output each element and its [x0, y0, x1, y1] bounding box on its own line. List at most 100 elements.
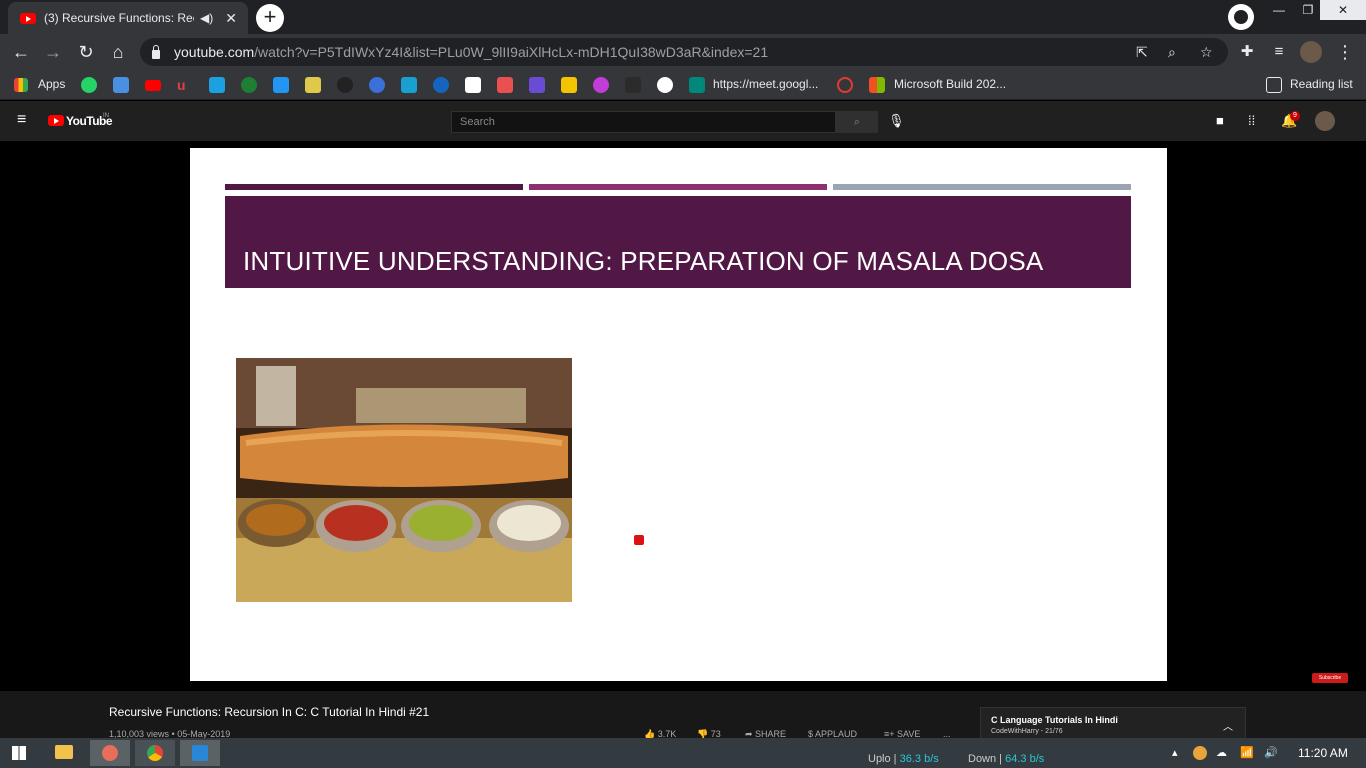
bookmark-image-icon[interactable] [305, 77, 321, 93]
taskbar-app-1[interactable] [90, 740, 130, 766]
active-tab[interactable]: (3) Recursive Functions: Recu ◀) ✕ [8, 2, 248, 34]
whatsapp-icon[interactable] [81, 77, 97, 93]
volume-icon[interactable]: 🔊 [1264, 746, 1278, 759]
tab-search-icon[interactable] [1228, 4, 1254, 30]
search-input[interactable]: Search [451, 111, 836, 133]
laser-pointer-mark [634, 535, 644, 545]
bookmark-box-icon[interactable] [497, 77, 513, 93]
new-tab-button[interactable]: + [256, 4, 284, 32]
bookmark-bug-icon[interactable] [433, 77, 449, 93]
chevron-up-icon[interactable]: ︿ [1223, 718, 1233, 733]
bookmark-doc-icon[interactable] [465, 77, 481, 93]
slide-accent-bar-1 [225, 184, 523, 190]
video-title: Recursive Functions: Recursion In C: C T… [109, 705, 430, 719]
bookmark-e-icon[interactable] [837, 77, 853, 93]
playlist-title[interactable]: C Language Tutorials In Hindi [991, 715, 1118, 725]
bookmark-w-icon[interactable] [209, 77, 225, 93]
meet-icon[interactable] [689, 77, 705, 93]
open-in-app-icon[interactable]: ⇱ [1136, 44, 1148, 61]
media-control-icon[interactable]: ≡ [1267, 40, 1291, 64]
bookmark-bird-icon[interactable] [273, 77, 289, 93]
taskbar-vscode[interactable] [180, 740, 220, 766]
bookmark-apps[interactable]: Apps [38, 77, 65, 91]
masala-dosa-photo [236, 358, 572, 602]
notification-count-badge: 9 [1290, 111, 1300, 121]
bookmark-green-icon[interactable] [241, 77, 257, 93]
hamburger-menu-icon[interactable]: ≡ [17, 111, 26, 129]
slide-title: INTUITIVE UNDERSTANDING: PREPARATION OF … [243, 246, 1044, 276]
app-1-icon [102, 745, 118, 761]
upload-speed: Uplo | 36.3 b/s [868, 753, 939, 765]
microphone-icon[interactable]: 🎙 [888, 113, 905, 129]
dosa-illustration [236, 358, 572, 602]
tray-app-icon[interactable] [1193, 746, 1207, 760]
zoom-icon[interactable]: ⌕ [1168, 44, 1176, 61]
reading-list[interactable]: Reading list [1290, 77, 1353, 91]
tray-cloud-icon[interactable]: ☁ [1216, 746, 1227, 759]
apps-grid-icon[interactable] [14, 78, 28, 92]
microsoft-icon[interactable] [869, 77, 885, 93]
tab-title: (3) Recursive Functions: Recu [44, 11, 194, 25]
slide-accent-bar-2 [529, 184, 827, 190]
home-icon[interactable]: ⌂ [106, 40, 130, 64]
youtube-bookmark-icon[interactable] [145, 80, 161, 91]
search-button[interactable]: ⌕ [836, 111, 878, 133]
speaker-icon[interactable]: ◀) [200, 11, 213, 25]
bookmark-c-icon[interactable] [369, 77, 385, 93]
reading-list-icon[interactable] [1266, 77, 1282, 93]
browser-toolbar: ← → ↻ ⌂ youtube.com/watch?v=P5TdIWxYz4I&… [0, 34, 1366, 70]
bookmark-n-icon[interactable] [401, 77, 417, 93]
bookmark-build[interactable]: Microsoft Build 202... [894, 77, 1006, 91]
tray-expand-icon[interactable]: ▴ [1172, 746, 1178, 759]
bookmark-m2-icon[interactable] [593, 77, 609, 93]
youtube-logo-icon[interactable] [48, 115, 64, 126]
slide-title-banner: INTUITIVE UNDERSTANDING: PREPARATION OF … [225, 196, 1131, 288]
extensions-icon[interactable]: ✚ [1235, 40, 1259, 64]
profile-avatar[interactable] [1300, 41, 1322, 63]
country-code: IN [103, 113, 109, 119]
upload-label: Uplo [868, 753, 891, 765]
file-explorer-icon[interactable] [55, 745, 73, 759]
upload-speed-value: 36.3 b/s [899, 753, 939, 765]
playlist-panel[interactable]: C Language Tutorials In Hindi CodeWithHa… [980, 707, 1246, 741]
address-bar[interactable]: youtube.com/watch?v=P5TdIWxYz4I&list=PLu… [140, 38, 1228, 66]
browser-tab-bar: (3) Recursive Functions: Recu ◀) ✕ + — ❐… [0, 0, 1366, 34]
chrome-icon [147, 745, 163, 761]
close-window-button[interactable]: ✕ [1320, 0, 1366, 20]
url-path: /watch?v=P5TdIWxYz4I&list=PLu0W_9lII9aiX… [254, 44, 769, 60]
bookmark-star-icon[interactable]: ☆ [1200, 44, 1213, 61]
slide-accent-bar-3 [833, 184, 1131, 190]
forward-icon[interactable]: → [41, 40, 65, 64]
windows-taskbar: Uplo | 36.3 b/s Down | 64.3 b/s ▴ ☁ 📶 🔊 … [0, 738, 1366, 768]
download-speed-value: 64.3 b/s [1005, 753, 1045, 765]
bookmarks-bar: Apps u https://meet.googl... Microsoft B… [0, 70, 1366, 100]
lock-icon[interactable] [152, 44, 160, 59]
reload-icon[interactable]: ↻ [74, 40, 98, 64]
vscode-icon [192, 745, 208, 761]
google-icon[interactable] [657, 77, 673, 93]
udemy-icon[interactable]: u [177, 77, 193, 93]
subscribe-watermark[interactable]: Subscribe [1312, 673, 1348, 683]
system-clock[interactable]: 11:20 AM [1298, 746, 1348, 760]
create-video-icon[interactable]: ■ [1216, 113, 1224, 128]
close-tab-icon[interactable]: ✕ [225, 10, 237, 27]
bookmark-meet[interactable]: https://meet.googl... [713, 77, 818, 91]
bookmark-m-icon[interactable] [337, 77, 353, 93]
playlist-channel-progress: CodeWithHarry - 21/76 [991, 728, 1063, 735]
menu-icon[interactable]: ⋮ [1333, 40, 1357, 64]
apps-icon[interactable]: ⁞⁞ [1248, 113, 1255, 128]
bookmark-play-icon[interactable] [625, 77, 641, 93]
windows-start-icon[interactable] [12, 746, 26, 760]
youtube-favicon-icon [20, 12, 36, 24]
wifi-icon[interactable]: 📶 [1240, 746, 1254, 759]
youtube-header: ≡ YouTube IN Search ⌕ 🎙 ■ ⁞⁞ 🔔 9 [0, 101, 1366, 141]
taskbar-chrome[interactable] [135, 740, 175, 766]
bookmark-icon-2[interactable] [113, 77, 129, 93]
url-host: youtube.com [174, 44, 255, 60]
video-player-frame[interactable]: INTUITIVE UNDERSTANDING: PREPARATION OF … [190, 148, 1167, 681]
bookmark-di-icon[interactable] [561, 77, 577, 93]
download-label: Down [968, 753, 997, 765]
account-avatar[interactable] [1315, 111, 1335, 131]
bookmark-bolt-icon[interactable] [529, 77, 545, 93]
back-icon[interactable]: ← [9, 40, 33, 64]
